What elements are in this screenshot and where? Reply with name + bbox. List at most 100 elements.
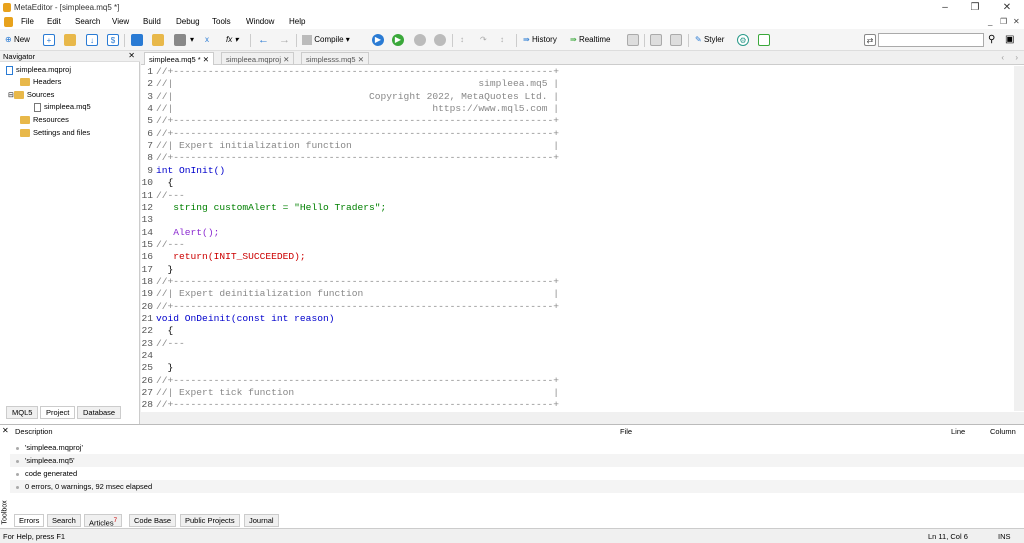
compare-icon[interactable] xyxy=(670,34,682,46)
tab-search[interactable]: Search xyxy=(47,514,81,527)
code-line[interactable]: 10 { xyxy=(141,177,173,189)
column-line[interactable]: Line xyxy=(951,427,965,436)
tab-errors[interactable]: Errors xyxy=(14,514,45,527)
menu-search[interactable]: Search xyxy=(75,17,100,26)
close-icon[interactable]: ✕ xyxy=(2,426,9,435)
code-line[interactable]: 22 { xyxy=(141,325,173,337)
tab-journal[interactable]: Journal xyxy=(244,514,279,527)
run-icon[interactable]: ▶ xyxy=(392,34,404,46)
code-line[interactable]: 9 int OnInit() xyxy=(141,165,225,177)
search-icon[interactable]: ⚲ xyxy=(988,33,995,47)
code-line[interactable]: 18//+-----------------------------------… xyxy=(141,276,559,288)
close-button[interactable]: ✕ xyxy=(992,0,1022,15)
debug-start-icon[interactable]: ▶ xyxy=(372,34,384,46)
code-line[interactable]: 17 } xyxy=(141,264,173,276)
pause-icon[interactable] xyxy=(414,34,426,46)
tab-articles[interactable]: Articles7 xyxy=(84,514,123,528)
close-icon[interactable]: ✕ xyxy=(283,55,289,64)
folder-view-icon[interactable] xyxy=(152,34,164,46)
search-input[interactable] xyxy=(878,33,984,47)
search-options-icon[interactable]: ⇄ xyxy=(864,34,876,46)
code-line[interactable]: 12 string customAlert = "Hello Traders"; xyxy=(141,202,386,214)
panel-icon[interactable] xyxy=(131,34,143,46)
code-area[interactable]: 1//+------------------------------------… xyxy=(141,66,1014,411)
tree-item-headers[interactable]: Headers xyxy=(20,77,61,87)
stop-profiling-icon[interactable] xyxy=(627,34,639,46)
code-line[interactable]: 8//+------------------------------------… xyxy=(141,152,559,164)
menu-debug[interactable]: Debug xyxy=(176,17,200,26)
code-line[interactable]: 27//| Expert tick function | xyxy=(141,387,559,399)
code-line[interactable]: 7//| Expert initialization function | xyxy=(141,140,559,152)
step-out-icon[interactable]: ↕ xyxy=(500,33,504,47)
tab-code-base[interactable]: Code Base xyxy=(129,514,177,527)
code-line[interactable]: 1//+------------------------------------… xyxy=(141,66,559,78)
code-line[interactable]: 26//+-----------------------------------… xyxy=(141,375,559,387)
code-line[interactable]: 2//| simpleea.mq5 | xyxy=(141,78,559,90)
mdi-restore-button[interactable]: ❐ xyxy=(1000,17,1007,26)
code-line[interactable]: 11//--- xyxy=(141,190,184,202)
calendar-icon[interactable] xyxy=(758,34,770,46)
tree-item-project[interactable]: simpleea.mqproj xyxy=(6,65,71,75)
open-folder-icon[interactable] xyxy=(64,34,76,46)
code-line[interactable]: 20//+-----------------------------------… xyxy=(141,301,559,313)
compile-button[interactable]: Compile ▾ xyxy=(302,33,350,47)
menu-help[interactable]: Help xyxy=(289,17,305,26)
code-line[interactable]: 16 return(INIT_SUCCEEDED); xyxy=(141,251,305,263)
column-file[interactable]: File xyxy=(620,427,632,436)
menu-edit[interactable]: Edit xyxy=(47,17,61,26)
copy-icon[interactable] xyxy=(650,34,662,46)
file-tab-simplesss-mq5[interactable]: simplesss.mq5 ✕ xyxy=(301,52,369,65)
tree-item-resources[interactable]: Resources xyxy=(20,115,69,125)
tree-item-settings[interactable]: Settings and files xyxy=(20,128,90,138)
chevron-down-icon[interactable]: ▾ xyxy=(190,33,194,47)
message-row[interactable]: 0 errors, 0 warnings, 92 msec elapsed xyxy=(10,480,1024,493)
new-file-icon[interactable]: + xyxy=(43,34,55,46)
file-tab-simpleea-mqproj[interactable]: simpleea.mqproj ✕ xyxy=(221,52,295,65)
code-line[interactable]: 6//+------------------------------------… xyxy=(141,128,559,140)
stop-icon[interactable] xyxy=(434,34,446,46)
code-line[interactable]: 13 xyxy=(141,214,156,226)
function-icon[interactable]: fx ▾ xyxy=(226,33,238,47)
message-row[interactable]: 'simpleea.mqproj' xyxy=(10,441,1024,454)
column-description[interactable]: Description xyxy=(15,427,53,436)
code-line[interactable]: 24 xyxy=(141,350,156,362)
new-button[interactable]: ⊕ New xyxy=(5,33,30,47)
tree-item-source-file[interactable]: simpleea.mq5 xyxy=(34,102,91,112)
settings-icon[interactable]: ⚙ xyxy=(737,34,749,46)
code-line[interactable]: 5//+------------------------------------… xyxy=(141,115,559,127)
menu-view[interactable]: View xyxy=(112,17,129,26)
code-line[interactable]: 25 } xyxy=(141,362,173,374)
realtime-button[interactable]: ⇛ Realtime xyxy=(570,33,611,47)
message-row[interactable]: code generated xyxy=(10,467,1024,480)
forward-arrow-icon[interactable]: → xyxy=(279,33,290,47)
code-line[interactable]: 21 void OnDeinit(const int reason) xyxy=(141,313,334,325)
minimize-button[interactable]: – xyxy=(930,0,960,15)
step-into-icon[interactable]: ↕ xyxy=(460,33,464,47)
menu-window[interactable]: Window xyxy=(246,17,274,26)
profile-icon[interactable]: ▣ xyxy=(1005,33,1014,47)
menu-build[interactable]: Build xyxy=(143,17,161,26)
horizontal-scrollbar[interactable] xyxy=(141,412,1024,424)
code-line[interactable]: 4//| https://www.mql5.com | xyxy=(141,103,559,115)
mdi-close-button[interactable]: ✕ xyxy=(1013,17,1020,26)
close-icon[interactable]: ✕ xyxy=(203,55,209,64)
back-arrow-icon[interactable]: ← xyxy=(258,33,269,47)
styler-button[interactable]: ✎ Styler xyxy=(695,33,724,47)
tab-project[interactable]: Project xyxy=(40,406,76,419)
column-column[interactable]: Column xyxy=(990,427,1016,436)
code-line[interactable]: 3//| Copyright 2022, MetaQuotes Ltd. | xyxy=(141,91,559,103)
history-button[interactable]: ⇛ History xyxy=(523,33,557,47)
save-icon[interactable]: $ xyxy=(107,34,119,46)
restore-button[interactable]: ❐ xyxy=(960,0,990,15)
variable-icon[interactable]: x xyxy=(205,33,209,47)
download-icon[interactable]: ↓ xyxy=(86,34,98,46)
vertical-scrollbar[interactable] xyxy=(1014,66,1024,411)
code-line[interactable]: 19//| Expert deinitialization function | xyxy=(141,288,559,300)
code-line[interactable]: 14 Alert(); xyxy=(141,227,219,239)
code-line[interactable]: 23//--- xyxy=(141,338,184,350)
tab-scroll-left-icon[interactable]: ‹ xyxy=(1001,53,1004,62)
menu-file[interactable]: File xyxy=(21,17,34,26)
menu-tools[interactable]: Tools xyxy=(212,17,231,26)
code-line[interactable]: 15//--- xyxy=(141,239,184,251)
step-over-icon[interactable]: ↷ xyxy=(480,33,487,47)
